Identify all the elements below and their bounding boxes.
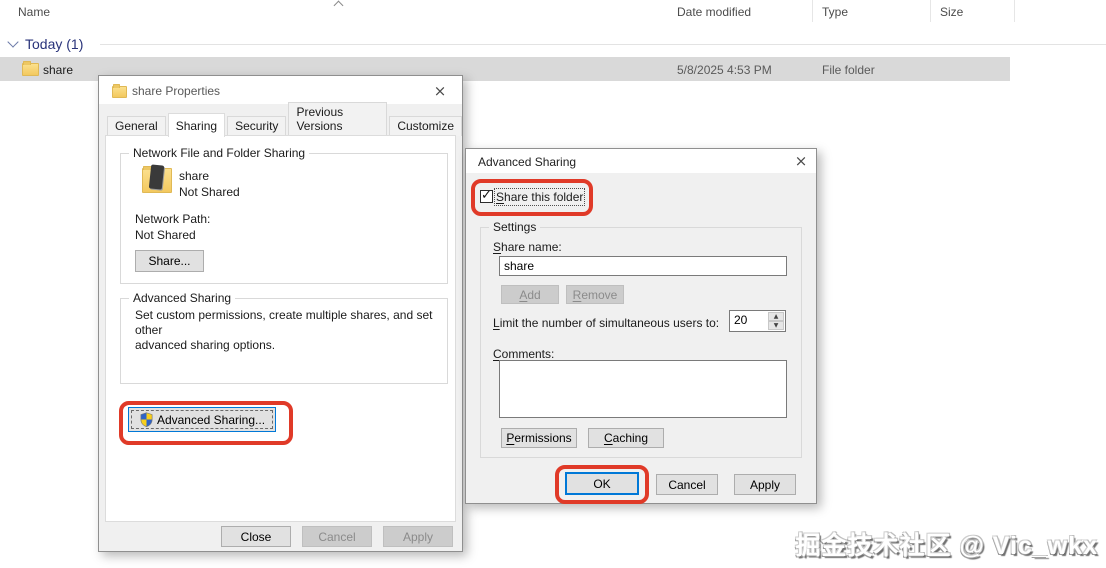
groupbox-title: Network File and Folder Sharing (129, 146, 309, 160)
groupbox-title: Settings (489, 220, 540, 234)
sharing-tab-page: Network File and Folder Sharing share No… (105, 135, 456, 522)
caching-button[interactable]: Caching (588, 428, 664, 448)
spinner-buttons: ▲ ▼ (768, 312, 784, 330)
tab-previous-versions[interactable]: Previous Versions (288, 102, 387, 136)
tab-strip: General Sharing Security Previous Versio… (107, 114, 462, 136)
settings-groupbox: Settings Share name: share Add Remove Li… (480, 227, 802, 458)
share-button[interactable]: Share... (135, 250, 204, 272)
network-path-label: Network Path: (135, 212, 210, 226)
file-date-modified: 5/8/2025 4:53 PM (677, 63, 772, 77)
spin-up-icon[interactable]: ▲ (768, 312, 784, 321)
close-button[interactable]: Close (221, 526, 291, 547)
watermark: 掘金技术社区 @ Vic_wkx (796, 526, 1099, 562)
column-header-size[interactable]: Size (940, 5, 963, 19)
groupbox-title: Advanced Sharing (129, 291, 235, 305)
group-header-today[interactable]: Today (1) (25, 36, 83, 52)
column-divider[interactable] (812, 0, 813, 22)
file-type: File folder (822, 63, 875, 77)
dialog-title: Advanced Sharing (478, 155, 576, 169)
group-collapse-chevron-icon[interactable] (7, 36, 18, 47)
column-header-date-modified[interactable]: Date modified (677, 5, 751, 19)
comments-textarea[interactable] (499, 360, 787, 418)
spin-down-icon[interactable]: ▼ (768, 321, 784, 330)
network-path-value: Not Shared (135, 228, 196, 242)
permissions-button[interactable]: Permissions (501, 428, 577, 448)
advanced-sharing-groupbox: Advanced Sharing Set custom permissions,… (120, 298, 448, 384)
file-name: share (43, 63, 73, 77)
close-icon[interactable]: × (788, 151, 814, 171)
tab-general[interactable]: General (107, 116, 166, 136)
apply-button: Apply (383, 526, 453, 547)
folder-icon (22, 63, 39, 76)
properties-title-bar: share Properties × (99, 76, 462, 104)
close-icon[interactable]: × (427, 81, 453, 101)
column-divider[interactable] (930, 0, 931, 22)
cancel-button[interactable]: Cancel (656, 474, 718, 495)
column-header-name[interactable]: Name (18, 5, 50, 19)
network-sharing-groupbox: Network File and Folder Sharing share No… (120, 153, 448, 284)
remove-button: Remove (566, 285, 624, 304)
limit-users-value: 20 (734, 313, 747, 327)
highlight-ring-share-checkbox (471, 179, 593, 216)
tab-sharing[interactable]: Sharing (168, 113, 225, 137)
advanced-sharing-description: Set custom permissions, create multiple … (135, 308, 447, 353)
share-properties-dialog: share Properties × General Sharing Secur… (98, 75, 463, 552)
limit-users-label: Limit the number of simultaneous users t… (493, 316, 719, 330)
share-name-input[interactable]: share (499, 256, 787, 276)
column-divider[interactable] (1014, 0, 1015, 22)
cancel-button: Cancel (302, 526, 372, 547)
advanced-title-bar: Advanced Sharing × (466, 149, 816, 173)
advanced-sharing-dialog: Advanced Sharing × ✓ Share this folder S… (465, 148, 817, 504)
share-folder-thumbnail-icon (142, 168, 172, 193)
limit-users-spinner[interactable]: 20 ▲ ▼ (729, 310, 786, 332)
highlight-ring-advanced-sharing (119, 401, 293, 445)
description-line2: advanced sharing options. (135, 338, 275, 352)
apply-button[interactable]: Apply (734, 474, 796, 495)
dialog-title: share Properties (132, 84, 220, 98)
add-button: Add (501, 285, 559, 304)
tab-customize[interactable]: Customize (389, 116, 462, 136)
column-header-type[interactable]: Type (822, 5, 848, 19)
comments-label: Comments: (493, 347, 554, 361)
folder-icon (112, 86, 127, 98)
tab-security[interactable]: Security (227, 116, 286, 136)
sort-ascending-icon (334, 1, 344, 11)
shared-item-name: share (179, 169, 209, 183)
group-divider (100, 44, 1106, 45)
file-explorer-window: Name Date modified Type Size Today (1) s… (0, 0, 1106, 568)
folder-content-thumbnail (149, 164, 164, 189)
shared-item-status: Not Shared (179, 185, 240, 199)
highlight-ring-ok-button (555, 465, 649, 504)
share-name-label: Share name: (493, 240, 562, 254)
description-line1: Set custom permissions, create multiple … (135, 308, 432, 337)
